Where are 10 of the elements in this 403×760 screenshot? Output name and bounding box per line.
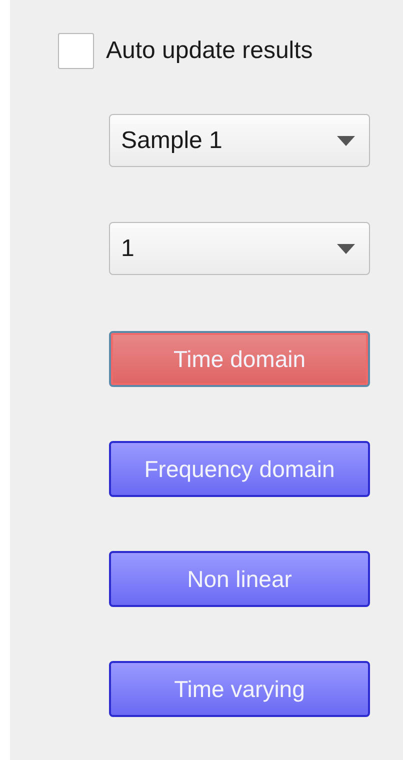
analysis-button[interactable]: Time domain — [109, 331, 370, 387]
analysis-button[interactable]: Non linear — [109, 551, 370, 607]
dropdown[interactable]: Sample 1 — [109, 114, 370, 167]
checkbox-label: Auto update results — [106, 37, 313, 65]
checkbox[interactable] — [58, 33, 94, 69]
dropdown[interactable]: 1 — [109, 222, 370, 275]
analysis-button[interactable]: Time varying — [109, 661, 370, 717]
analysis-button[interactable]: Frequency domain — [109, 441, 370, 497]
caret-icon — [337, 136, 355, 146]
caret-icon — [337, 244, 355, 254]
